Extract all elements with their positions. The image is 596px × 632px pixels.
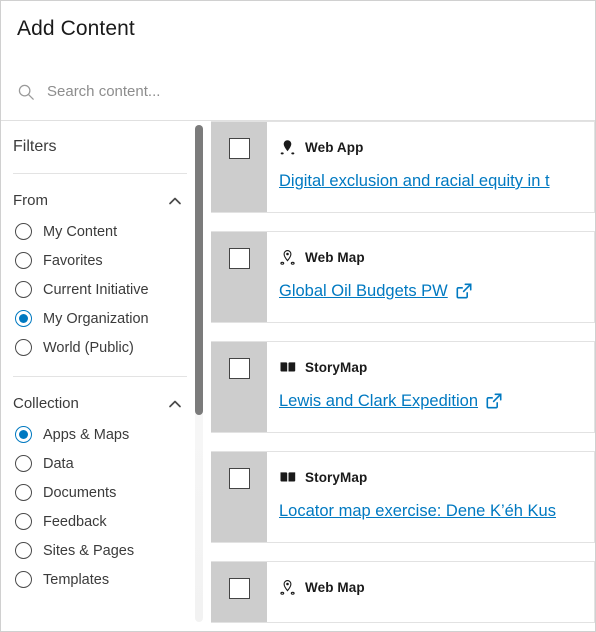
page-title: Add Content bbox=[17, 17, 135, 40]
radio-icon[interactable] bbox=[15, 252, 32, 269]
chevron-up-icon[interactable] bbox=[167, 193, 183, 209]
radio-label: My Content bbox=[43, 223, 118, 240]
radio-icon[interactable] bbox=[15, 571, 32, 588]
radio-option-sites-and-pages[interactable]: Sites & Pages bbox=[13, 536, 187, 565]
open-book-icon bbox=[279, 469, 296, 486]
item-title-link[interactable]: Locator map exercise: Dene K’éh Kus bbox=[279, 500, 556, 522]
radio-label: Sites & Pages bbox=[43, 542, 135, 559]
radio-icon[interactable] bbox=[15, 542, 32, 559]
radio-option-data[interactable]: Data bbox=[13, 449, 187, 478]
radio-icon[interactable] bbox=[15, 223, 32, 240]
facet-collection-header[interactable]: Collection bbox=[13, 381, 187, 418]
panel-body: Filters From My Content Favorites Curren… bbox=[1, 121, 595, 626]
item-type-label: StoryMap bbox=[305, 359, 368, 375]
item-title-link[interactable]: Digital exclusion and racial equity in t bbox=[279, 170, 550, 192]
item-checkbox[interactable] bbox=[228, 138, 250, 159]
item-type-row: Web Map bbox=[279, 577, 594, 597]
item-thumbnail bbox=[211, 452, 267, 542]
facet-collection-title: Collection bbox=[13, 395, 79, 412]
map-pin-outline-icon bbox=[279, 579, 296, 596]
map-pin-filled-icon bbox=[279, 139, 296, 156]
radio-label: Favorites bbox=[43, 252, 103, 269]
list-item[interactable]: StoryMap Lewis and Clark Expedition bbox=[211, 341, 595, 433]
facet-from-options: My Content Favorites Current Initiative … bbox=[13, 215, 187, 362]
item-type-row: Web App bbox=[279, 137, 594, 157]
item-thumbnail bbox=[211, 342, 267, 432]
open-book-icon bbox=[279, 359, 296, 376]
item-details: Web Map Global Oil Budgets PW bbox=[267, 232, 594, 322]
radio-label: Apps & Maps bbox=[43, 426, 130, 443]
item-type-label: StoryMap bbox=[305, 469, 368, 485]
radio-option-apps-and-maps[interactable]: Apps & Maps bbox=[13, 420, 187, 449]
radio-option-documents[interactable]: Documents bbox=[13, 478, 187, 507]
filters-sidebar: Filters From My Content Favorites Curren… bbox=[1, 121, 203, 626]
item-title-link[interactable]: Lewis and Clark Expedition bbox=[279, 390, 478, 412]
item-type-row: StoryMap bbox=[279, 467, 594, 487]
radio-option-current-initiative[interactable]: Current Initiative bbox=[13, 275, 187, 304]
item-type-label: Web App bbox=[305, 139, 364, 155]
list-item[interactable]: StoryMap Locator map exercise: Dene K’éh… bbox=[211, 451, 595, 543]
item-title-row: Global Oil Budgets PW bbox=[279, 280, 594, 302]
item-thumbnail bbox=[211, 562, 267, 622]
facet-collection-options: Apps & Maps Data Documents Feedback Site… bbox=[13, 418, 187, 594]
item-checkbox[interactable] bbox=[228, 248, 250, 269]
radio-option-my-content[interactable]: My Content bbox=[13, 217, 187, 246]
radio-label: My Organization bbox=[43, 310, 149, 327]
radio-label: Documents bbox=[43, 484, 117, 501]
radio-icon[interactable] bbox=[15, 484, 32, 501]
item-checkbox[interactable] bbox=[228, 358, 250, 379]
radio-label: Feedback bbox=[43, 513, 107, 530]
radio-icon-selected[interactable] bbox=[15, 310, 32, 327]
search-bar[interactable] bbox=[1, 63, 595, 121]
radio-label: Current Initiative bbox=[43, 281, 149, 298]
external-link-icon[interactable] bbox=[486, 393, 502, 409]
item-thumbnail bbox=[211, 232, 267, 322]
radio-icon[interactable] bbox=[15, 339, 32, 356]
radio-label: World (Public) bbox=[43, 339, 134, 356]
radio-icon[interactable] bbox=[15, 455, 32, 472]
item-details: StoryMap Locator map exercise: Dene K’éh… bbox=[267, 452, 594, 542]
item-checkbox[interactable] bbox=[228, 468, 250, 489]
item-details: Web App Digital exclusion and racial equ… bbox=[267, 122, 594, 212]
facet-collection: Collection Apps & Maps Data Documents Fe… bbox=[13, 377, 187, 594]
results-list: Web App Digital exclusion and racial equ… bbox=[203, 121, 595, 626]
radio-icon[interactable] bbox=[15, 513, 32, 530]
list-item[interactable]: Web Map Global Oil Budgets PW bbox=[211, 231, 595, 323]
add-content-panel: Add Content Filters From bbox=[0, 0, 596, 632]
radio-option-my-organization[interactable]: My Organization bbox=[13, 304, 187, 333]
radio-option-favorites[interactable]: Favorites bbox=[13, 246, 187, 275]
item-title-row: Lewis and Clark Expedition bbox=[279, 390, 594, 412]
sidebar-scrollbar-thumb[interactable] bbox=[195, 125, 203, 415]
radio-icon[interactable] bbox=[15, 281, 32, 298]
radio-label: Data bbox=[43, 455, 74, 472]
item-checkbox[interactable] bbox=[228, 578, 250, 599]
radio-option-world-public[interactable]: World (Public) bbox=[13, 333, 187, 362]
radio-label: Templates bbox=[43, 571, 110, 588]
item-title-row: Locator map exercise: Dene K’éh Kus bbox=[279, 500, 594, 522]
search-input[interactable] bbox=[47, 83, 579, 100]
facet-from-title: From bbox=[13, 192, 48, 209]
radio-option-templates[interactable]: Templates bbox=[13, 565, 187, 594]
facet-from-header[interactable]: From bbox=[13, 178, 187, 215]
radio-option-feedback[interactable]: Feedback bbox=[13, 507, 187, 536]
facet-from: From My Content Favorites Current Initia… bbox=[13, 174, 187, 362]
item-type-label: Web Map bbox=[305, 249, 365, 265]
item-details: StoryMap Lewis and Clark Expedition bbox=[267, 342, 594, 432]
item-thumbnail bbox=[211, 122, 267, 212]
external-link-icon[interactable] bbox=[456, 283, 472, 299]
item-title-link[interactable]: Global Oil Budgets PW bbox=[279, 280, 448, 302]
item-type-row: Web Map bbox=[279, 247, 594, 267]
item-type-row: StoryMap bbox=[279, 357, 594, 377]
filters-heading: Filters bbox=[13, 138, 57, 155]
map-pin-outline-icon bbox=[279, 249, 296, 266]
item-type-label: Web Map bbox=[305, 579, 365, 595]
list-item[interactable]: Web Map bbox=[211, 561, 595, 623]
item-title-row: Digital exclusion and racial equity in t bbox=[279, 170, 594, 192]
search-icon bbox=[17, 83, 35, 101]
radio-icon-selected[interactable] bbox=[15, 426, 32, 443]
item-details: Web Map bbox=[267, 562, 594, 622]
chevron-up-icon[interactable] bbox=[167, 396, 183, 412]
panel-header: Add Content bbox=[1, 1, 595, 63]
list-item[interactable]: Web App Digital exclusion and racial equ… bbox=[211, 121, 595, 213]
